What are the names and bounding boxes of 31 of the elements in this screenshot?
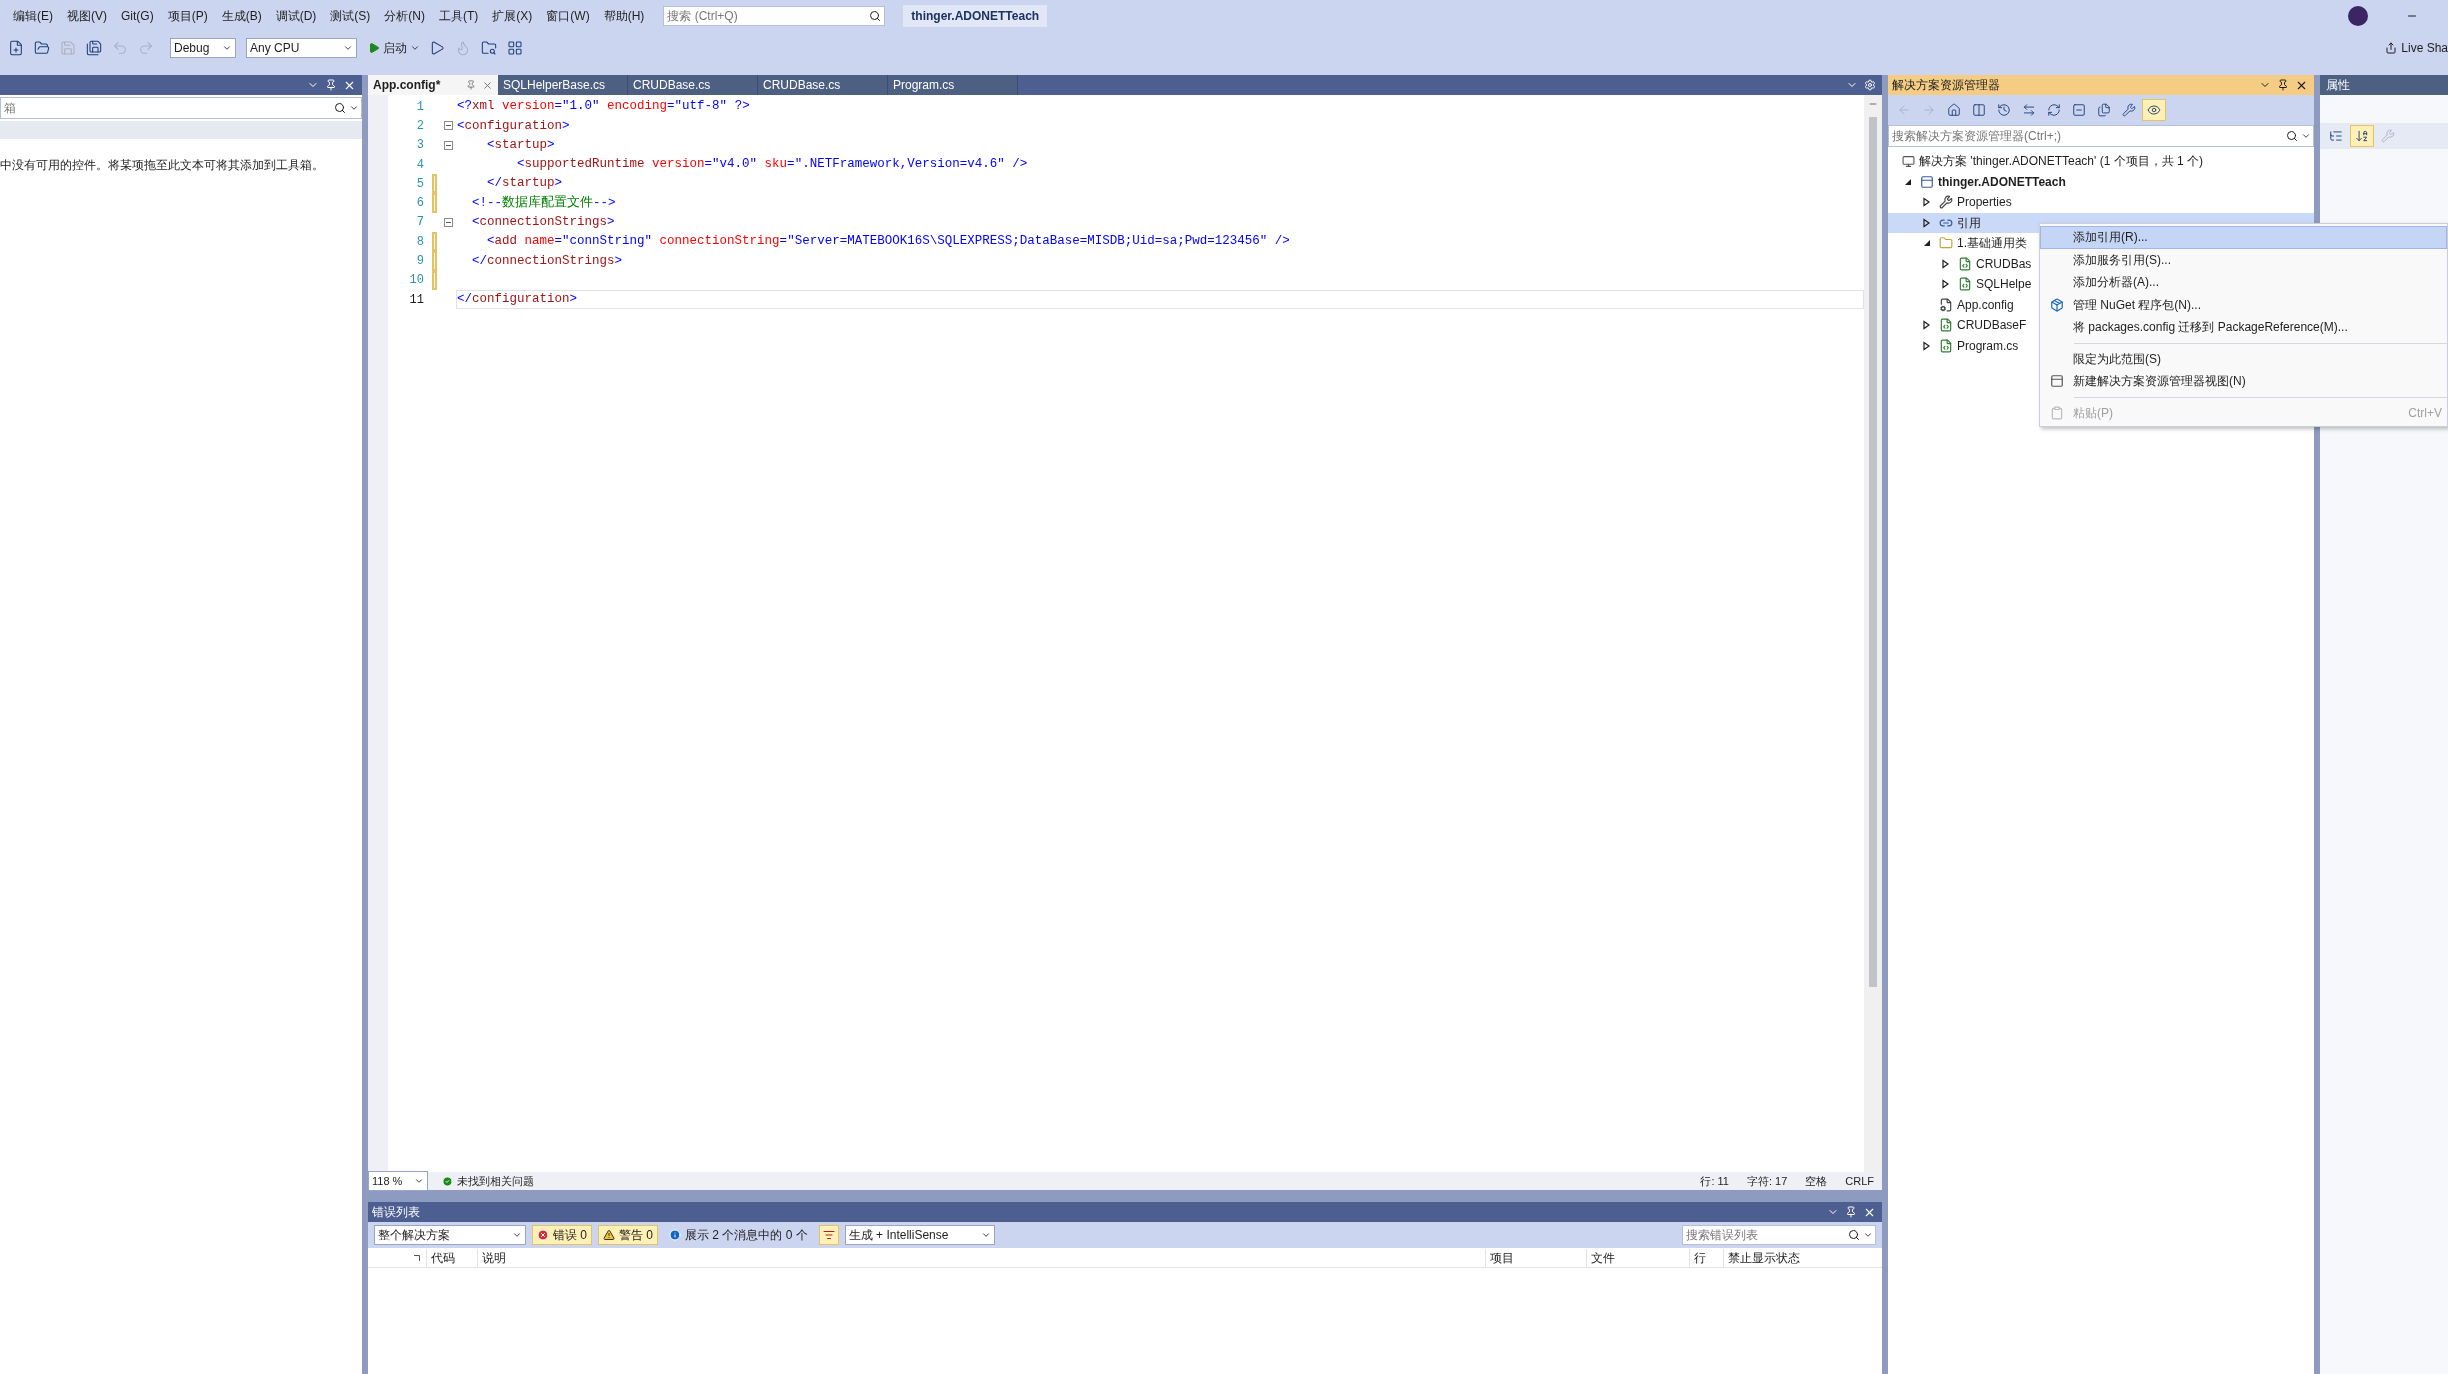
code-line: <add name="connString" connectionString="Server=MATEBOOK16S\SQLEXPRESS;DataBase=MISDB;Uid=sa;Pwd=123456" /> — [486, 233, 1291, 251]
empty-message: 中没有可用的控件。将某项拖至此文本可将其添加到工具箱。 — [0, 158, 325, 173]
shortcut-text: Ctrl+V — [2408, 404, 2443, 422]
panel-title: 属性 — [2326, 77, 2350, 94]
status-text: 字符: 17 — [1746, 1173, 1788, 1189]
line-number: 10 — [408, 272, 425, 290]
code-line: <connectionStrings> — [471, 214, 616, 232]
line-number: 4 — [415, 156, 425, 174]
code-line: </startup> — [486, 175, 564, 193]
line-number: 6 — [415, 195, 425, 213]
status-text: CRLF — [1845, 1173, 1874, 1189]
line-number: 3 — [415, 137, 425, 155]
line-number: 11 — [408, 291, 425, 309]
status-text: 未找到相关问题 — [457, 1173, 534, 1189]
code-line: <startup> — [486, 136, 556, 154]
panel-title: 解决方案资源管理器 — [1892, 77, 2000, 94]
line-number: 2 — [415, 117, 425, 135]
status-text: 行: 11 — [1700, 1173, 1729, 1189]
line-number: 1 — [415, 98, 425, 116]
line-number: 8 — [415, 233, 425, 251]
code-line: <supportedRuntime version="v4.0" sku=".NETFramework,Version=v4.6" /> — [516, 156, 1029, 174]
panel-title: 错误列表 — [372, 1204, 420, 1221]
code-line: <?xml version="1.0" encoding="utf-8" ?> — [456, 98, 751, 116]
code-line: <!--数据库配置文件--> — [471, 194, 617, 212]
line-number: 9 — [415, 253, 425, 270]
line-number: 5 — [415, 175, 425, 193]
solution-name: thinger.ADONETTeach — [903, 4, 1048, 27]
status-text: 空格 — [1805, 1173, 1828, 1189]
code-line: </connectionStrings> — [471, 252, 624, 270]
line-number: 7 — [415, 214, 425, 232]
code-line: <configuration> — [456, 117, 571, 135]
